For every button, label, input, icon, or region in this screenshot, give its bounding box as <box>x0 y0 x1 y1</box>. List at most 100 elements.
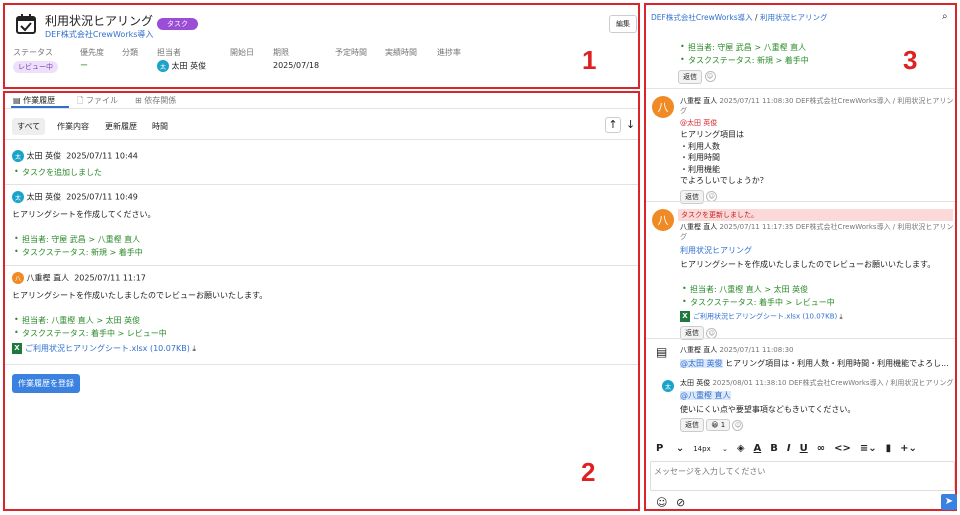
tab-file[interactable]: 🗋 ファイル <box>77 95 118 109</box>
trash-icon[interactable]: ▮ <box>886 443 892 454</box>
chat-message: 八重樫 直人 2025/07/11 11:08:30 DEF株式会社CrewWo… <box>680 96 955 204</box>
chat-bullet: 担当者: 守屋 武昌 > 八重樫 直人 <box>678 42 809 53</box>
send-button[interactable]: ➤ <box>941 494 957 510</box>
history-user: 八重樫 直人 <box>26 273 70 283</box>
filter-time[interactable]: 時間 <box>152 121 168 132</box>
editor-toolbar: P ⌄ 14px ⌄ ◈ A B I U ∞ <> ≡⌄ ▮ +⌄ <box>656 443 926 454</box>
breadcrumb-project[interactable]: DEF株式会社CrewWorks導入 <box>651 13 753 22</box>
file-icon: 🗋 <box>77 96 84 105</box>
status-label: ステータス <box>13 48 53 57</box>
panel-number-3: 3 <box>903 45 918 75</box>
text-color-icon[interactable]: A <box>754 443 762 454</box>
align-icon[interactable]: ≡⌄ <box>860 443 877 454</box>
message-input[interactable]: メッセージを入力してください <box>650 461 955 491</box>
chat-bullet: タスクステータス: 着手中 > レビュー中 <box>680 297 955 308</box>
breadcrumb-task[interactable]: 利用状況ヒアリング <box>760 13 828 22</box>
assignee-name: 太田 英俊 <box>171 61 207 71</box>
breadcrumb-separator: / <box>755 13 758 22</box>
avatar: 八 <box>652 96 674 118</box>
filter-all[interactable]: すべて <box>12 118 46 135</box>
category-label: 分類 <box>122 48 138 57</box>
italic-icon[interactable]: I <box>787 443 791 454</box>
assignee-value[interactable]: 太 太田 英俊 <box>157 60 206 72</box>
mention[interactable]: @太田 英俊 <box>680 118 955 128</box>
status-badge[interactable]: レビュー中 <box>13 61 58 73</box>
add-reaction-icon[interactable]: ☺ <box>706 327 718 339</box>
calendar-check-icon <box>15 13 37 35</box>
task-link[interactable]: 利用状況ヒアリング <box>680 245 955 256</box>
chat-bullet: 担当者: 八重樫 直人 > 太田 英俊 <box>680 284 955 295</box>
history-entry: 八 八重樫 直人 2025/07/11 11:17 ヒアリングシートを作成いたし… <box>12 272 267 354</box>
history-time: 2025/07/11 10:49 <box>66 192 138 202</box>
mention[interactable]: @八重樫 直人 <box>680 391 731 400</box>
font-size-dropdown[interactable]: 14px ⌄ <box>693 445 728 453</box>
top-message-bullets: 担当者: 守屋 武昌 > 八重樫 直人 タスクステータス: 新規 > 着手中 返… <box>678 42 809 84</box>
sort-asc-icon[interactable]: ↑ <box>605 117 621 133</box>
excel-icon: X <box>680 311 690 322</box>
task-updated-banner: タスクを更新しました。 <box>678 209 953 221</box>
thread-message[interactable]: 八重樫 直人 2025/07/11 11:08:30 @太田 英俊 ヒアリング項… <box>680 345 955 369</box>
tab-history[interactable]: ▤ 作業履歴 <box>13 95 55 106</box>
attachment-link[interactable]: X ご利用状況ヒアリングシート.xlsx (10.07KB) ⤓ <box>12 343 267 354</box>
tab-dependencies[interactable]: ⊞ 依存関係 <box>135 95 176 106</box>
chat-text: ヒアリングシートを作成いたしましたのでレビューお願いいたします。 <box>680 260 936 269</box>
fill-color-icon[interactable]: ◈ <box>737 443 745 454</box>
history-entry-header: 太 太田 英俊 2025/07/11 10:49 <box>12 191 156 203</box>
panel-number-1: 1 <box>582 45 597 75</box>
download-icon[interactable]: ⤓ <box>192 344 196 353</box>
chat-bullet: タスクステータス: 新規 > 着手中 <box>678 55 809 66</box>
emoji-icon[interactable]: ☺ <box>656 496 667 509</box>
history-text: ヒアリングシートを作成いたしましたのでレビューお願いいたします。 <box>12 291 268 300</box>
tab-deps-label: 依存関係 <box>144 96 177 105</box>
filter-content[interactable]: 作業内容 <box>57 121 89 132</box>
priority-value[interactable]: ー <box>80 60 88 71</box>
project-link[interactable]: DEF株式会社CrewWorks導入 <box>45 29 153 40</box>
filter-update[interactable]: 更新履歴 <box>105 121 137 132</box>
search-icon[interactable]: ⌕ <box>942 11 948 22</box>
bold-icon[interactable]: B <box>770 443 778 454</box>
planned-time-label: 予定時間 <box>335 48 367 57</box>
avatar-initial: 太 <box>662 380 674 392</box>
chat-message: 太田 英俊 2025/08/01 11:38:10 DEF株式会社CrewWor… <box>680 378 953 432</box>
paragraph-dropdown[interactable]: P ⌄ <box>656 443 684 454</box>
add-reaction-icon[interactable]: ☺ <box>704 71 716 82</box>
task-title: 利用状況ヒアリング <box>45 14 154 28</box>
register-history-button[interactable]: 作業履歴を登録 <box>12 374 80 393</box>
code-icon[interactable]: <> <box>834 443 851 454</box>
underline-icon[interactable]: U <box>800 443 808 454</box>
link-icon[interactable]: ∞ <box>817 443 825 454</box>
chat-panel: DEF株式会社CrewWorks導入 / 利用状況ヒアリング ⌕ 担当者: 守屋… <box>644 3 957 511</box>
avatar: 八 <box>12 272 24 284</box>
work-history-panel: ▤ 作業履歴 🗋 ファイル ⊞ 依存関係 すべて 作業内容 更新履歴 時間 ↑ … <box>3 91 640 511</box>
attach-icon[interactable]: ⊘ <box>676 496 685 509</box>
download-icon[interactable]: ⤓ <box>839 313 842 321</box>
chat-text: ヒアリング項目は・利用人数・利用時間・利用機能でよろし... <box>725 359 949 368</box>
chat-message: 八重樫 直人 2025/07/11 11:17:35 DEF株式会社CrewWo… <box>680 222 955 340</box>
due-date-value[interactable]: 2025/07/18 <box>273 61 319 70</box>
edit-button[interactable]: 編集 <box>609 15 637 33</box>
comment-icon: ▤ <box>13 96 21 105</box>
history-bullet: タスクステータス: 着手中 > レビュー中 <box>12 328 267 339</box>
history-user: 太田 英俊 <box>26 151 62 161</box>
chat-user: 太田 英俊 <box>680 379 711 387</box>
reply-button[interactable]: 返信 <box>678 70 702 84</box>
attachment-link[interactable]: X ご利用状況ヒアリングシート.xlsx (10.07KB) ⤓ <box>680 311 955 322</box>
assignee-label: 担当者 <box>157 48 181 57</box>
due-date-label: 期限 <box>273 48 289 57</box>
panel-number-2: 2 <box>581 457 596 487</box>
avatar: 太 <box>12 150 24 162</box>
sort-desc-icon[interactable]: ↓ <box>626 118 635 131</box>
thread-icon: ▤ <box>656 345 668 359</box>
reply-button[interactable]: 返信 <box>680 418 704 432</box>
reaction-badge[interactable]: 😀 1 <box>706 419 731 431</box>
breadcrumb: DEF株式会社CrewWorks導入 / 利用状況ヒアリング <box>651 12 827 23</box>
add-reaction-icon[interactable]: ☺ <box>732 419 744 431</box>
plus-icon[interactable]: +⌄ <box>900 443 917 454</box>
hierarchy-icon: ⊞ <box>135 96 142 105</box>
actual-time-label: 実績時間 <box>385 48 417 57</box>
avatar: 太 <box>662 380 674 392</box>
message-placeholder: メッセージを入力してください <box>654 467 766 476</box>
mention[interactable]: @太田 英俊 <box>680 359 723 368</box>
history-bullet: タスクステータス: 新規 > 着手中 <box>12 247 156 258</box>
history-bullet: 担当者: 守屋 武昌 > 八重樫 直人 <box>12 234 156 245</box>
